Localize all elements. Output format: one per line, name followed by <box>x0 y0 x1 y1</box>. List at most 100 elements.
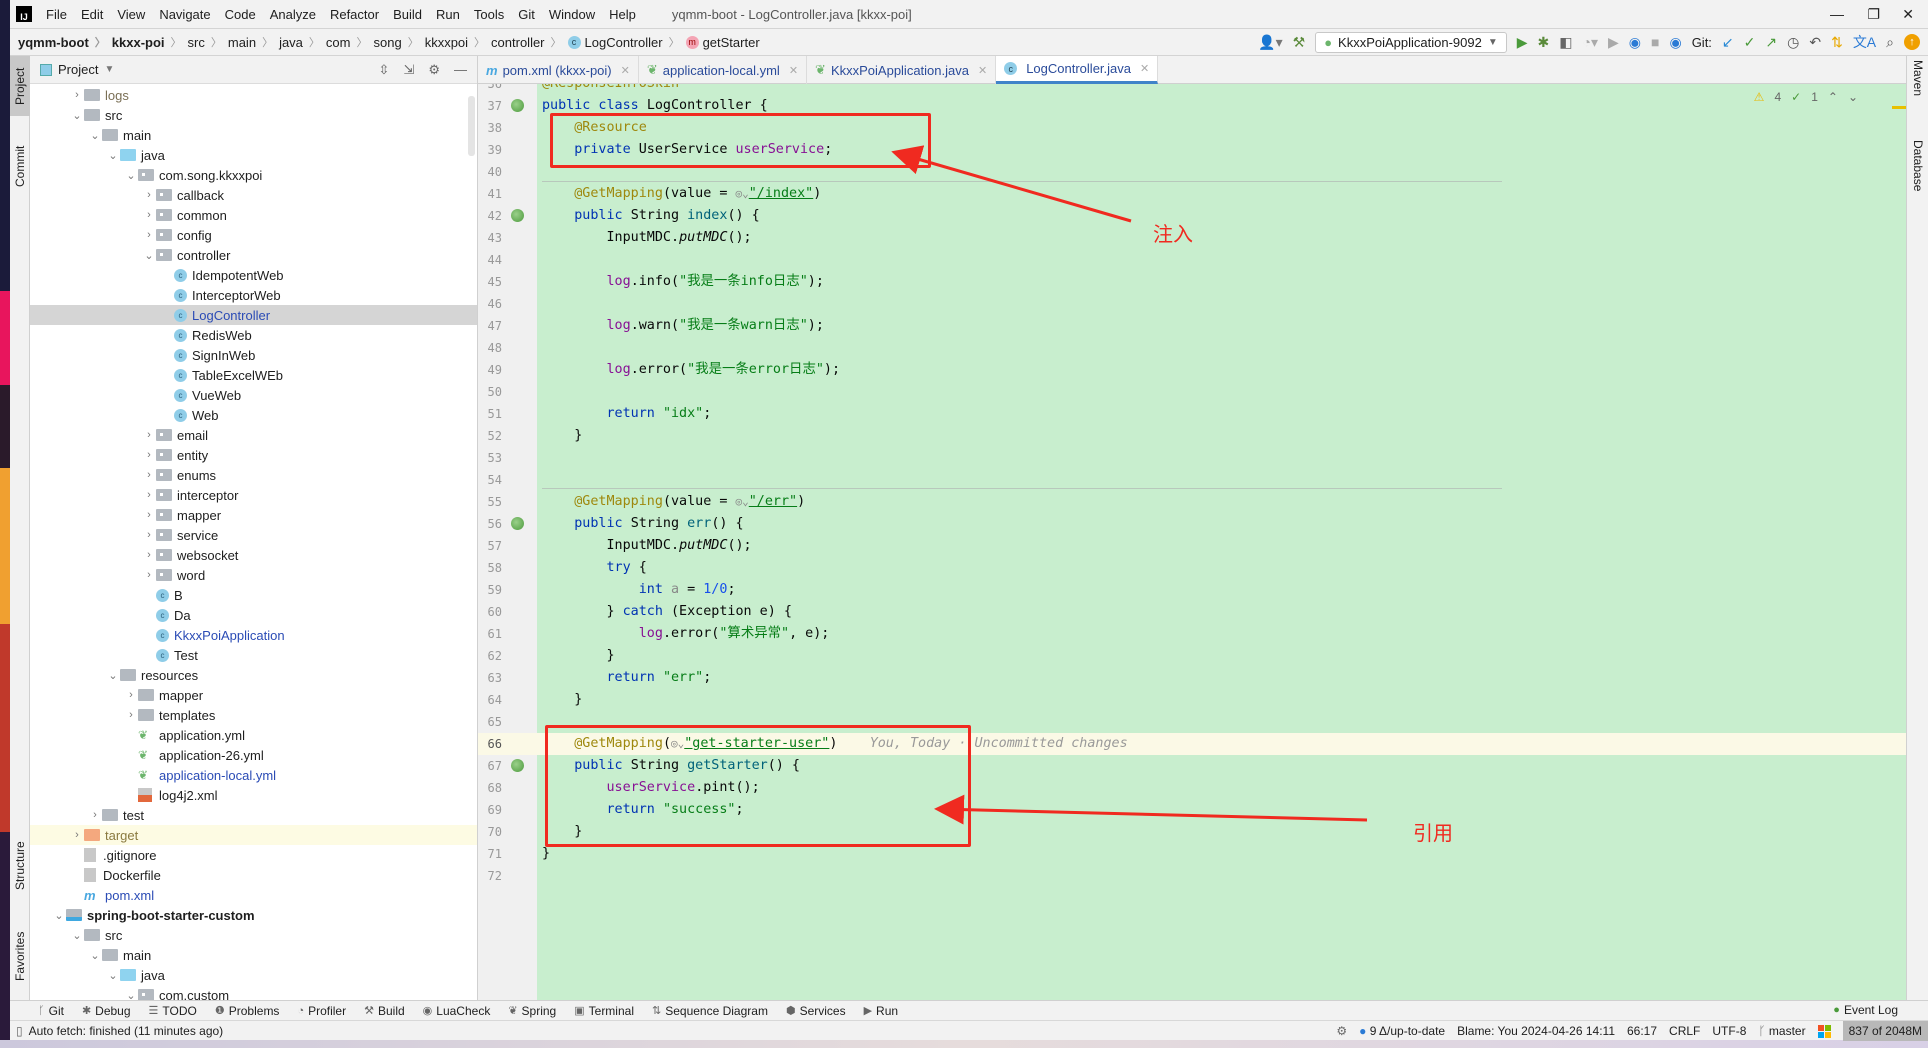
chevron-right-icon[interactable]: › <box>142 209 156 221</box>
menu-edit[interactable]: Edit <box>81 7 103 22</box>
chevron-down-icon[interactable]: ⌄ <box>70 929 84 942</box>
tree-item[interactable]: › interceptor <box>30 485 477 505</box>
build-hammer-icon[interactable]: ⚒ <box>1293 34 1306 51</box>
menu-view[interactable]: View <box>117 7 145 22</box>
tree-item[interactable]: ⌄ main <box>30 125 477 145</box>
ide-update-icon[interactable]: ↑ <box>1904 34 1920 50</box>
tree-item[interactable]: c Da <box>30 605 477 625</box>
menu-file[interactable]: File <box>46 7 67 22</box>
tool-window-commit[interactable]: Commit <box>10 136 30 196</box>
breadcrumb-item[interactable]: 〉 song <box>350 34 401 50</box>
breadcrumb-item[interactable]: 〉 kkxx-poi <box>89 34 165 50</box>
tree-item[interactable]: c Web <box>30 405 477 425</box>
menu-code[interactable]: Code <box>225 7 256 22</box>
tool-window-favorites[interactable]: Favorites <box>10 916 30 996</box>
run-configuration-select[interactable]: ● KkxxPoiApplication-9092 ▼ <box>1315 31 1507 53</box>
blame-status[interactable]: Blame: You 2024-04-26 14:11 <box>1457 1024 1615 1038</box>
tree-item[interactable]: › logs <box>30 85 477 105</box>
status-message[interactable]: Auto fetch: finished (11 minutes ago) <box>29 1024 224 1038</box>
tree-item[interactable]: › mapper <box>30 685 477 705</box>
chevron-right-icon[interactable]: › <box>142 229 156 241</box>
tree-item[interactable]: c SignInWeb <box>30 345 477 365</box>
git-update-icon[interactable]: ↙ <box>1722 34 1734 51</box>
editor-tab[interactable]: ❦ KkxxPoiApplication.java ✕ <box>807 56 997 84</box>
tool-spring[interactable]: ❦ Spring <box>508 1004 556 1018</box>
chevron-down-icon[interactable]: ⌄ <box>52 909 66 922</box>
background-tasks-icon[interactable]: ⚙ <box>1336 1024 1347 1038</box>
tree-item[interactable]: › entity <box>30 445 477 465</box>
chevron-right-icon[interactable]: › <box>88 809 102 821</box>
editor-tab[interactable]: ❦ application-local.yml ✕ <box>639 56 808 84</box>
tree-item[interactable]: › mapper <box>30 505 477 525</box>
tree-item[interactable]: ❦ application-26.yml <box>30 745 477 765</box>
close-window-button[interactable]: ✕ <box>1902 6 1914 23</box>
stop-icon[interactable]: ■ <box>1651 34 1659 50</box>
menu-git[interactable]: Git <box>518 7 535 22</box>
tree-item[interactable]: ⌄ resources <box>30 665 477 685</box>
chevron-right-icon[interactable]: › <box>142 529 156 541</box>
tool-window-project[interactable]: Project <box>10 56 30 116</box>
tool-terminal[interactable]: ▣ Terminal <box>574 1004 634 1018</box>
chevron-right-icon[interactable]: › <box>142 449 156 461</box>
git-push-icon[interactable]: ↗ <box>1765 34 1777 51</box>
collapse-all-icon[interactable]: ⇲ <box>403 62 414 78</box>
tree-item[interactable]: › word <box>30 565 477 585</box>
tool-window-structure[interactable]: Structure <box>10 826 30 906</box>
breadcrumb-item[interactable]: 〉 c LogController <box>545 34 663 50</box>
chevron-right-icon[interactable]: › <box>124 689 138 701</box>
tree-item[interactable]: › test <box>30 805 477 825</box>
chevron-down-icon[interactable]: ⌄ <box>124 989 138 1001</box>
event-log-button[interactable]: ● Event Log <box>1833 1003 1898 1017</box>
jrebel-icon[interactable]: ◉ <box>1629 34 1641 51</box>
chevron-right-icon[interactable]: › <box>142 469 156 481</box>
vcs-operations-icon[interactable]: ⇅ <box>1831 34 1843 51</box>
editor-tab[interactable]: c LogController.java ✕ <box>996 56 1159 84</box>
tree-item[interactable]: ⌄ java <box>30 145 477 165</box>
tree-item[interactable]: ⌄ java <box>30 965 477 985</box>
chevron-right-icon[interactable]: › <box>142 569 156 581</box>
tool-run[interactable]: ▶ Run <box>864 1004 898 1018</box>
tree-item[interactable]: › email <box>30 425 477 445</box>
tree-item[interactable]: c RedisWeb <box>30 325 477 345</box>
tree-item[interactable]: c VueWeb <box>30 385 477 405</box>
chevron-down-icon[interactable]: ⌄ <box>88 129 102 142</box>
caret-position[interactable]: 66:17 <box>1627 1024 1657 1038</box>
coverage-icon[interactable]: ◧ <box>1559 34 1572 51</box>
tree-item[interactable]: › config <box>30 225 477 245</box>
tree-item[interactable]: › websocket <box>30 545 477 565</box>
tool-build[interactable]: ⚒ Build <box>364 1004 405 1018</box>
tool-git[interactable]: ᚴ Git <box>38 1004 64 1018</box>
tree-item[interactable]: c TableExcelWEb <box>30 365 477 385</box>
menu-build[interactable]: Build <box>393 7 422 22</box>
tree-item[interactable]: c LogController <box>30 305 477 325</box>
tool-todo[interactable]: ☰ TODO <box>149 1004 197 1018</box>
menu-help[interactable]: Help <box>609 7 636 22</box>
project-view-selector[interactable]: Project <box>58 62 98 77</box>
update-icon[interactable]: ◉ <box>1669 34 1681 51</box>
tree-item[interactable]: cB <box>30 585 477 605</box>
chevron-down-icon[interactable]: ⌄ <box>124 169 138 182</box>
profile-icon[interactable]: ◔▾ <box>1583 34 1598 51</box>
tree-item[interactable]: ❦ application-local.yml <box>30 765 477 785</box>
tree-item[interactable]: › target <box>30 825 477 845</box>
file-encoding[interactable]: UTF-8 <box>1712 1024 1746 1038</box>
chevron-right-icon[interactable]: › <box>142 549 156 561</box>
memory-indicator[interactable]: 837 of 2048M <box>1842 1021 1928 1041</box>
restore-button[interactable]: ❐ <box>1867 6 1880 23</box>
tree-item[interactable]: ⌄ main <box>30 945 477 965</box>
git-branch[interactable]: ᚴ master <box>1758 1024 1805 1038</box>
breadcrumb-item[interactable]: 〉 m getStarter <box>663 34 760 50</box>
breadcrumb-item[interactable]: yqmm-boot <box>18 34 89 50</box>
tool-problems[interactable]: ❶ Problems <box>215 1004 280 1018</box>
chevron-right-icon[interactable]: › <box>70 89 84 101</box>
spring-bean-gutter-icon[interactable] <box>511 517 524 530</box>
run-icon[interactable]: ▶ <box>1517 34 1528 51</box>
gear-icon[interactable]: ⚙ <box>428 62 440 78</box>
rollback-icon[interactable]: ↶ <box>1809 34 1821 51</box>
tool-sequence-diagram[interactable]: ⇅ Sequence Diagram <box>652 1004 768 1018</box>
chevron-down-icon[interactable]: ▼ <box>104 64 114 75</box>
breadcrumb-item[interactable]: 〉 kkxxpoi <box>402 34 468 50</box>
expand-all-icon[interactable]: ⇳ <box>379 62 390 78</box>
spring-bean-gutter-icon[interactable] <box>511 99 524 112</box>
code-editor[interactable]: @ResponseInfoSkinpublic class LogControl… <box>537 84 1906 1000</box>
